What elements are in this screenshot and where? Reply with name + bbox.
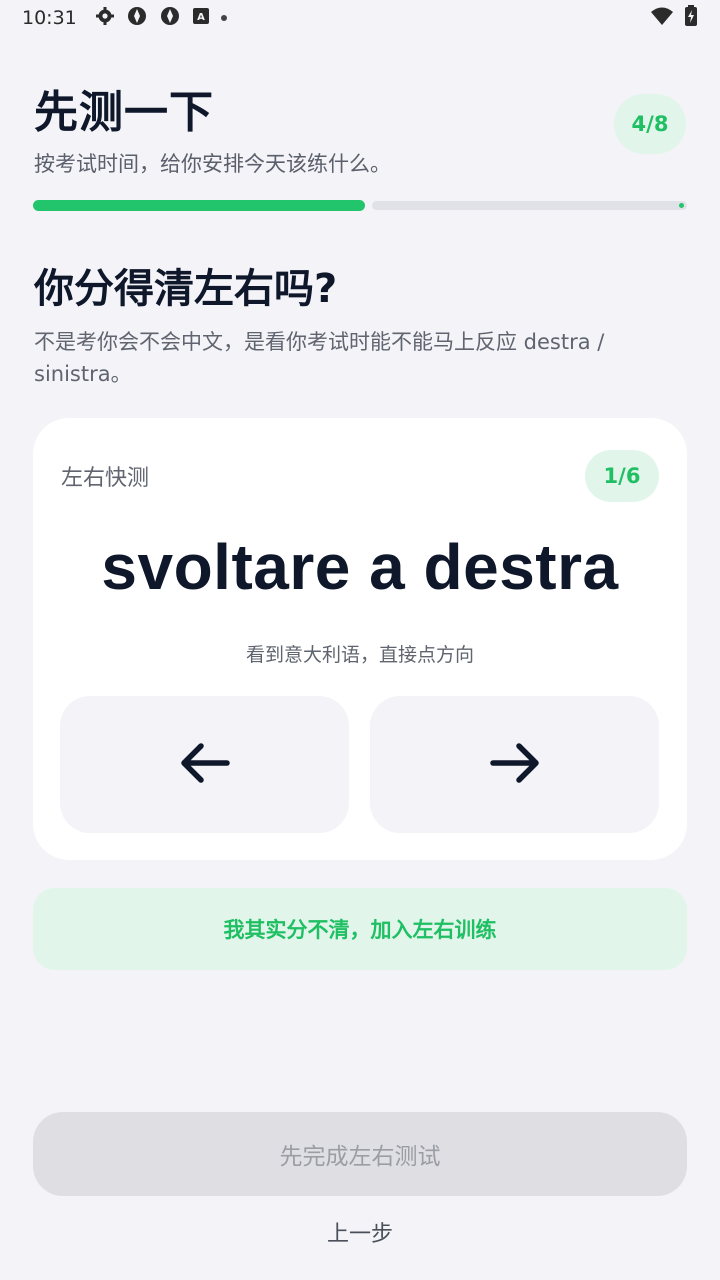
question-title: 你分得清左右吗?	[34, 266, 338, 312]
status-bar: 10:31 A	[0, 0, 720, 36]
arrow-left-icon	[177, 735, 233, 795]
status-time: 10:31	[22, 7, 77, 29]
left-button[interactable]	[60, 696, 349, 833]
right-button[interactable]	[370, 696, 659, 833]
gear-icon	[95, 6, 115, 31]
add-lr-training-button[interactable]: 我其实分不清，加入左右训练	[33, 888, 687, 970]
progress-track	[372, 201, 687, 210]
finish-test-button[interactable]: 先完成左右测试	[33, 1112, 687, 1196]
quiz-count-badge: 1/6	[585, 450, 659, 502]
quiz-card: 左右快测 1/6 svoltare a destra 看到意大利语，直接点方向	[33, 418, 687, 860]
back-button[interactable]: 上一步	[0, 1216, 720, 1248]
page-title: 先测一下	[34, 87, 214, 138]
svg-text:A: A	[197, 12, 205, 23]
progress-end-dot	[679, 203, 684, 208]
step-badge: 4/8	[614, 94, 686, 154]
app-icon	[126, 5, 148, 32]
quiz-card-label: 左右快测	[61, 466, 150, 491]
page-subtitle: 按考试时间，给你安排今天该练什么。	[34, 152, 391, 176]
notification-dot	[220, 15, 227, 21]
arrow-right-icon	[487, 735, 543, 795]
progress-fill	[33, 200, 365, 211]
wifi-icon	[650, 6, 674, 31]
battery-icon	[684, 4, 698, 32]
keyboard-icon: A	[192, 7, 210, 30]
quiz-hint: 看到意大利语，直接点方向	[245, 644, 474, 666]
app-icon	[159, 5, 181, 32]
quiz-prompt: svoltare a destra	[101, 531, 619, 603]
question-description: 不是考你会不会中文，是看你考试时能不能马上反应 destra / sinistr…	[34, 330, 605, 386]
progress-bar	[33, 200, 687, 211]
